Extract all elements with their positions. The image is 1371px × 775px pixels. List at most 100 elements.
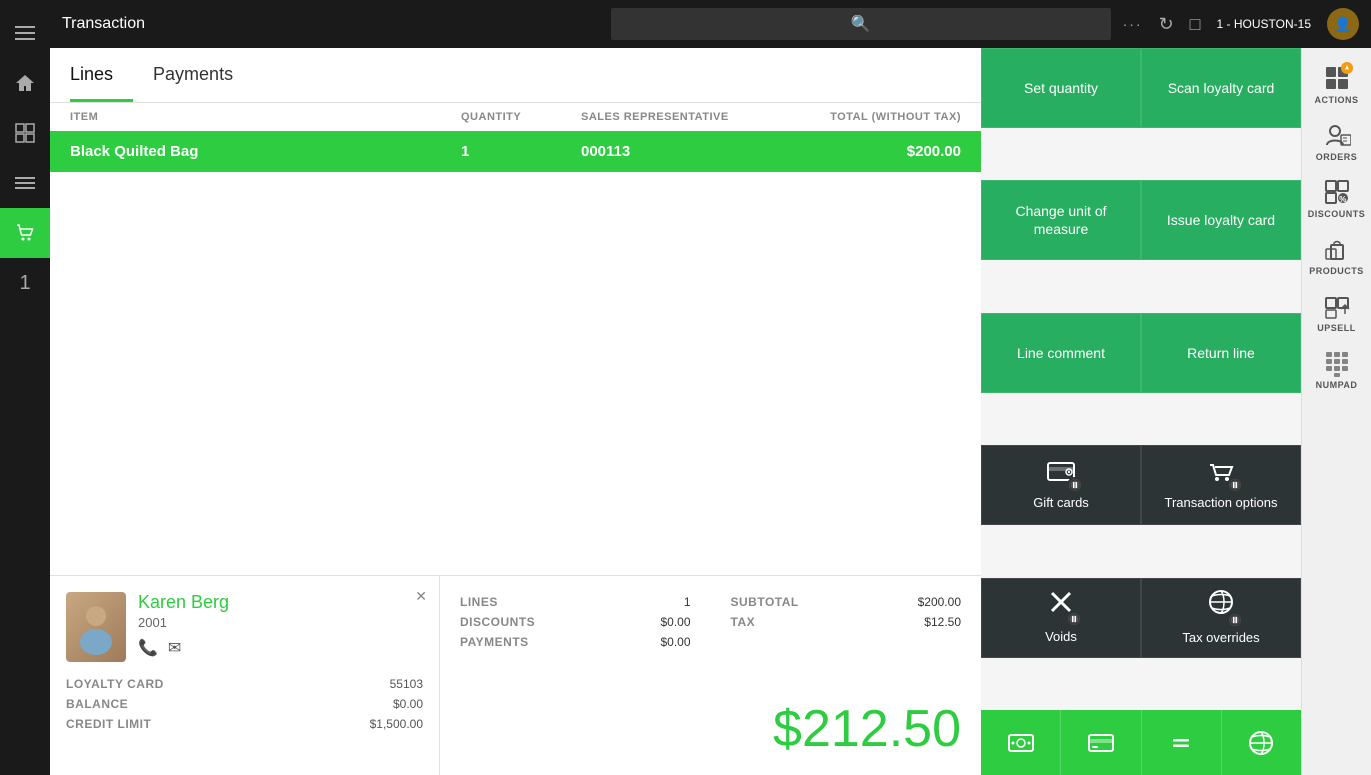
balance-label: BALANCE (66, 697, 128, 711)
scan-loyalty-button[interactable]: Scan loyalty card (1141, 48, 1301, 128)
cash-payment-button[interactable] (981, 710, 1061, 775)
payments-label: PAYMENTS (460, 635, 529, 649)
sidebar: 1 (0, 0, 50, 775)
credit-limit-value: $1,500.00 (370, 717, 423, 731)
credit-limit-label: CREDIT LIMIT (66, 717, 151, 731)
more-options-icon[interactable]: ··· (1123, 16, 1143, 32)
sidebar-count[interactable]: 1 (0, 258, 50, 308)
credit-limit-row: CREDIT LIMIT $1,500.00 (66, 714, 423, 734)
nav-orders[interactable]: ORDERS (1302, 113, 1371, 170)
customer-section: Karen Berg 2001 📞 ✉ LOYALTY CARD 55103 (50, 576, 440, 775)
upsell-label: UPSELL (1317, 323, 1356, 333)
voids-label: Voids (1045, 629, 1077, 646)
line-comment-button[interactable]: Line comment (981, 313, 1141, 393)
col-sales-rep: SALES REPRESENTATIVE (581, 111, 781, 123)
summary-left-col: LINES 1 DISCOUNTS $0.00 PAYMENTS $0.00 (460, 592, 691, 652)
line-comment-label: Line comment (1017, 344, 1105, 362)
topbar: Transaction 🔍 ··· ↻ □ 1 - HOUSTON-15 👤 (50, 0, 1371, 48)
sidebar-lines[interactable] (0, 158, 50, 208)
action-button-grid: Set quantity Scan loyalty card Change un… (981, 48, 1301, 710)
gift-cards-label: Gift cards (1033, 495, 1089, 512)
discounts-label: DISCOUNTS (460, 615, 535, 629)
global-button[interactable] (1222, 710, 1301, 775)
subtotal-value: $200.00 (918, 595, 961, 609)
transaction-options-label: Transaction options (1165, 495, 1278, 512)
sidebar-menu[interactable] (0, 8, 50, 58)
orders-icon (1323, 121, 1351, 149)
actions-icon (1323, 64, 1351, 92)
orders-label: ORDERS (1316, 152, 1358, 162)
customer-id: 2001 (138, 615, 423, 630)
close-customer-button[interactable]: ✕ (415, 588, 427, 605)
products-icon (1323, 235, 1351, 263)
balance-value: $0.00 (393, 697, 423, 711)
loyalty-card-row: LOYALTY CARD 55103 (66, 674, 423, 694)
customer-info: Karen Berg 2001 📞 ✉ (138, 592, 423, 658)
customer-details: LOYALTY CARD 55103 BALANCE $0.00 CREDIT … (66, 674, 423, 734)
page-title: Transaction (62, 15, 599, 33)
lines-label: LINES (460, 595, 498, 609)
actions-label: ACTIONS (1315, 95, 1359, 105)
products-label: PRODUCTS (1309, 266, 1364, 276)
row-quantity: 1 (461, 143, 581, 160)
table-row[interactable]: Black Quilted Bag 1 000113 $200.00 (50, 131, 981, 172)
refresh-icon[interactable]: ↻ (1159, 14, 1174, 35)
transaction-panel: Lines Payments ITEM QUANTITY SALES REPRE… (50, 48, 981, 775)
return-line-label: Return line (1187, 344, 1255, 362)
subtotal-label: SUBTOTAL (731, 595, 799, 609)
bottom-panel: Karen Berg 2001 📞 ✉ LOYALTY CARD 55103 (50, 575, 981, 775)
numpad-icon (1323, 349, 1351, 377)
change-uom-button[interactable]: Change unit of measure (981, 180, 1141, 260)
customer-name: Karen Berg (138, 592, 423, 613)
right-nav: ACTIONS ORDERS (1301, 48, 1371, 775)
user-avatar[interactable]: 👤 (1327, 8, 1359, 40)
scan-loyalty-label: Scan loyalty card (1168, 79, 1275, 97)
gift-cards-button[interactable]: Gift cards (981, 445, 1141, 525)
col-item: ITEM (70, 111, 461, 123)
nav-products[interactable]: PRODUCTS (1302, 227, 1371, 284)
sidebar-products[interactable] (0, 108, 50, 158)
store-info: 1 - HOUSTON-15 (1217, 17, 1311, 31)
set-quantity-label: Set quantity (1024, 79, 1098, 97)
tab-lines[interactable]: Lines (70, 48, 133, 102)
nav-actions[interactable]: ACTIONS (1302, 56, 1371, 113)
summary-section: LINES 1 DISCOUNTS $0.00 PAYMENTS $0.00 (440, 576, 981, 775)
voids-button[interactable]: Voids (981, 578, 1141, 658)
balance-row: BALANCE $0.00 (66, 694, 423, 714)
payment-buttons (981, 710, 1301, 775)
issue-loyalty-button[interactable]: Issue loyalty card (1141, 180, 1301, 260)
transaction-options-button[interactable]: Transaction options (1141, 445, 1301, 525)
table-header: ITEM QUANTITY SALES REPRESENTATIVE TOTAL… (50, 103, 981, 131)
topbar-actions: ··· ↻ □ 1 - HOUSTON-15 👤 (1123, 8, 1359, 40)
nav-discounts[interactable]: % DISCOUNTS (1302, 170, 1371, 227)
summary-right-col: SUBTOTAL $200.00 TAX $12.50 (731, 592, 962, 652)
col-quantity: QUANTITY (461, 111, 581, 123)
return-line-button[interactable]: Return line (1141, 313, 1301, 393)
issue-loyalty-label: Issue loyalty card (1167, 211, 1275, 229)
loyalty-card-value: 55103 (390, 677, 423, 691)
items-table: ITEM QUANTITY SALES REPRESENTATIVE TOTAL… (50, 103, 981, 575)
svg-text:%: % (1339, 195, 1347, 204)
tab-bar: Lines Payments (50, 48, 981, 103)
tax-overrides-button[interactable]: Tax overrides (1141, 578, 1301, 658)
sidebar-cart[interactable] (0, 208, 50, 258)
sidebar-home[interactable] (0, 58, 50, 108)
tab-payments[interactable]: Payments (153, 48, 253, 102)
customer-avatar (66, 592, 126, 662)
nav-numpad[interactable]: NUMPAD (1302, 341, 1371, 398)
col-total: TOTAL (WITHOUT TAX) (781, 111, 961, 123)
search-box[interactable]: 🔍 (611, 8, 1111, 40)
action-panel: Set quantity Scan loyalty card Change un… (981, 48, 1301, 775)
card-payment-button[interactable] (1061, 710, 1141, 775)
change-uom-label: Change unit of measure (990, 202, 1132, 238)
row-total: $200.00 (781, 143, 961, 160)
equal-button[interactable] (1142, 710, 1222, 775)
email-icon[interactable]: ✉ (168, 638, 181, 658)
phone-icon[interactable]: 📞 (138, 638, 158, 658)
discounts-label: DISCOUNTS (1308, 209, 1366, 219)
notifications-icon[interactable]: □ (1190, 14, 1201, 35)
loyalty-card-label: LOYALTY CARD (66, 677, 164, 691)
tax-overrides-label: Tax overrides (1182, 630, 1259, 647)
set-quantity-button[interactable]: Set quantity (981, 48, 1141, 128)
nav-upsell[interactable]: UPSELL (1302, 284, 1371, 341)
